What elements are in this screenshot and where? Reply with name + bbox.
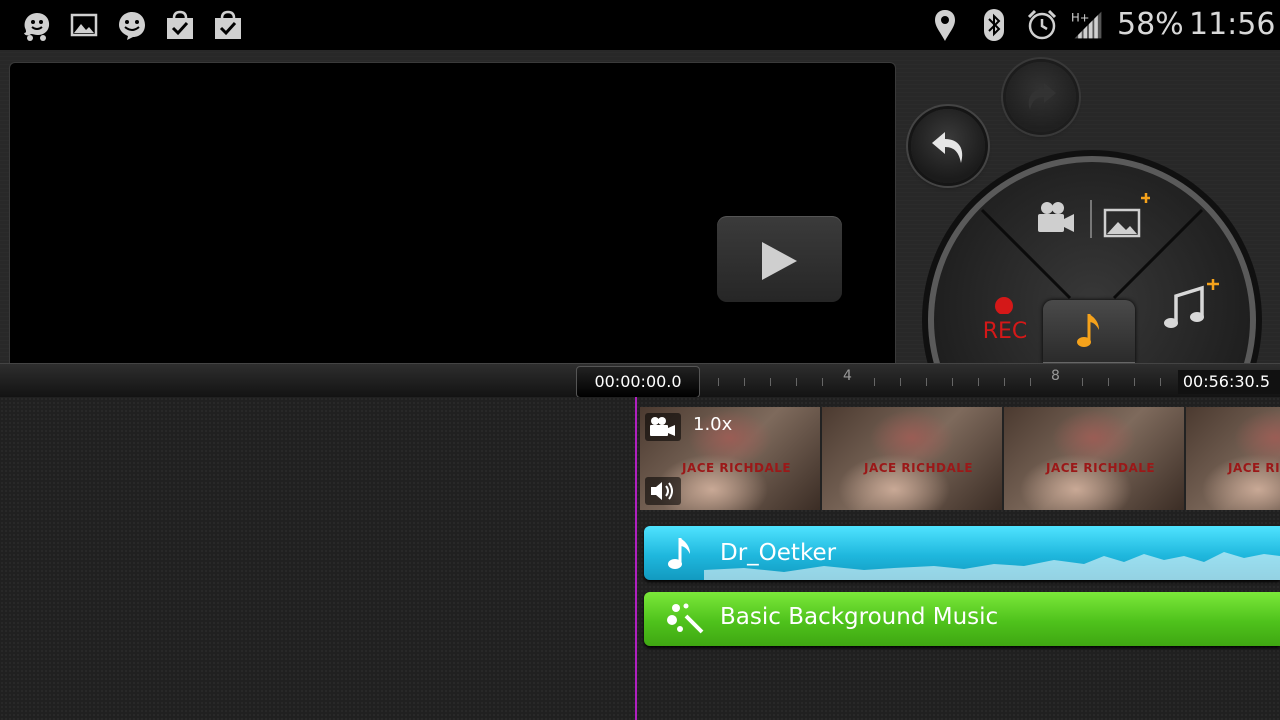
thumbnail-text: JACE RICHDALE xyxy=(1228,461,1280,475)
status-bar: H+ 58% 11:56 xyxy=(0,0,1280,50)
background-music-label: Basic Background Music xyxy=(720,604,999,630)
audio-track-label: Dr_Oetker xyxy=(720,540,837,566)
add-music-icon xyxy=(1164,279,1219,328)
image-icon xyxy=(70,13,98,37)
music-note-icon xyxy=(668,538,690,569)
thumbnail-text: JACE RICHDALE xyxy=(682,461,792,475)
current-time: 00:00:00.0 xyxy=(576,366,700,398)
smiley-icon xyxy=(119,12,145,40)
alarm-icon xyxy=(1027,9,1057,40)
record-dot-icon xyxy=(995,297,1013,315)
music-mode-button[interactable] xyxy=(1043,300,1135,363)
play-icon xyxy=(762,242,797,280)
total-time: 00:56:30.5 xyxy=(1178,370,1280,394)
network-type: H+ xyxy=(1071,10,1089,24)
clip-thumbnail: JACE RICHDALE xyxy=(1186,407,1280,510)
shopping-bag-icon xyxy=(167,10,193,39)
tick-label: 4 xyxy=(843,368,852,384)
clip-speed[interactable]: 1.0x xyxy=(693,414,732,435)
add-media-icon xyxy=(1038,193,1151,238)
music-note-icon xyxy=(1077,314,1099,347)
magic-wand-icon xyxy=(667,603,704,634)
redo-button[interactable] xyxy=(1006,62,1076,132)
video-clip-track[interactable]: JACE RICHDALE JACE RICHDALE JACE RICHDAL… xyxy=(640,407,1280,510)
waze-icon xyxy=(24,13,50,41)
rec-button[interactable]: REC xyxy=(980,292,1030,348)
clip-thumbnail: JACE RICHDALE xyxy=(1004,407,1186,510)
thumbnail-text: JACE RICHDALE xyxy=(864,461,974,475)
play-button[interactable] xyxy=(717,216,842,302)
add-music-button[interactable] xyxy=(1160,276,1222,336)
add-media-button[interactable] xyxy=(1030,190,1151,250)
rec-label: REC xyxy=(982,319,1028,344)
video-camera-icon xyxy=(645,413,681,441)
volume-icon[interactable] xyxy=(645,477,681,505)
video-preview[interactable] xyxy=(9,62,896,364)
clip-thumbnail: JACE RICHDALE xyxy=(822,407,1004,510)
thumbnail-text: JACE RICHDALE xyxy=(1046,461,1156,475)
redo-icon xyxy=(1028,83,1056,110)
shopping-bag-icon xyxy=(215,10,241,39)
signal-icon: H+ xyxy=(1071,10,1102,39)
location-icon xyxy=(935,10,955,41)
bluetooth-icon xyxy=(984,9,1004,41)
clock: 11:56 xyxy=(1189,7,1276,42)
playhead[interactable] xyxy=(635,397,637,720)
battery-percentage: 58% xyxy=(1117,7,1184,42)
tick-label: 8 xyxy=(1051,368,1060,384)
